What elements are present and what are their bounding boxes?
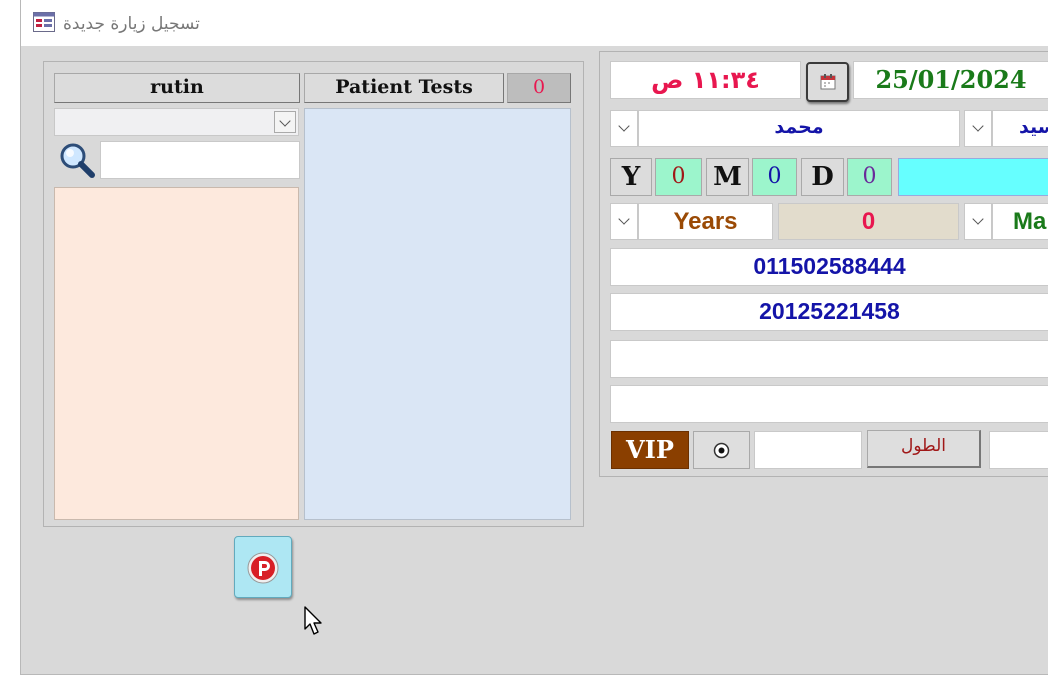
date-field[interactable]: 25/01/2024 [853, 61, 1048, 99]
print-button[interactable] [234, 536, 292, 598]
age-bar [898, 158, 1048, 196]
phone2-field[interactable]: 20125221458 [610, 293, 1048, 331]
vip-label: VIP [611, 431, 689, 469]
years-label: Y [610, 158, 652, 196]
rutin-header: rutin [54, 73, 300, 103]
second-name-field[interactable]: سيد [992, 110, 1048, 147]
first-name-field[interactable]: محمد [638, 110, 960, 147]
chevron-down-icon [279, 115, 291, 127]
search-icon[interactable] [57, 140, 97, 180]
rutin-list[interactable] [54, 187, 299, 520]
chevron-down-icon [618, 120, 630, 132]
rutin-combo-dropdown[interactable] [274, 111, 296, 133]
age-unit-field[interactable]: Years [638, 203, 773, 240]
p-badge-icon [247, 552, 279, 584]
calendar-icon [820, 74, 836, 90]
days-label: D [801, 158, 844, 196]
second-name-dropdown[interactable] [964, 110, 992, 147]
radio-selected-icon [713, 442, 730, 459]
form-icon [33, 12, 55, 32]
chevron-down-icon [972, 120, 984, 132]
rutin-combo[interactable] [54, 108, 299, 136]
months-value[interactable]: 0 [752, 158, 797, 196]
chevron-down-icon [972, 213, 984, 225]
patient-tests-list[interactable] [304, 108, 571, 520]
height-field[interactable] [989, 431, 1048, 469]
years-value[interactable]: 0 [655, 158, 702, 196]
age-value-field[interactable]: 0 [778, 203, 959, 240]
patient-tests-header: Patient Tests [304, 73, 504, 103]
blank-field-1[interactable] [610, 340, 1048, 378]
phone1-field[interactable]: 011502588444 [610, 248, 1048, 286]
time-field: ١١:٣٤ ص [610, 61, 801, 99]
blank-field-2[interactable] [610, 385, 1048, 423]
gender-dropdown[interactable] [964, 203, 992, 240]
days-value[interactable]: 0 [847, 158, 892, 196]
age-unit-dropdown[interactable] [610, 203, 638, 240]
vip-toggle[interactable] [693, 431, 750, 469]
form-window: تسجيل زيارة جديدة rutin Patient Tests 0 … [20, 0, 1048, 675]
calendar-button[interactable] [806, 62, 849, 102]
height-label-button[interactable]: الطول [867, 430, 981, 468]
chevron-down-icon [618, 213, 630, 225]
gender-field[interactable]: Ma [992, 203, 1048, 240]
months-label: M [706, 158, 749, 196]
search-input[interactable] [100, 141, 300, 179]
mouse-cursor-icon [304, 606, 322, 635]
window-title: تسجيل زيارة جديدة [63, 14, 200, 34]
title-bar: تسجيل زيارة جديدة [21, 0, 1048, 46]
tests-count: 0 [507, 73, 571, 103]
first-name-dropdown[interactable] [610, 110, 638, 147]
weight-field[interactable] [754, 431, 862, 469]
